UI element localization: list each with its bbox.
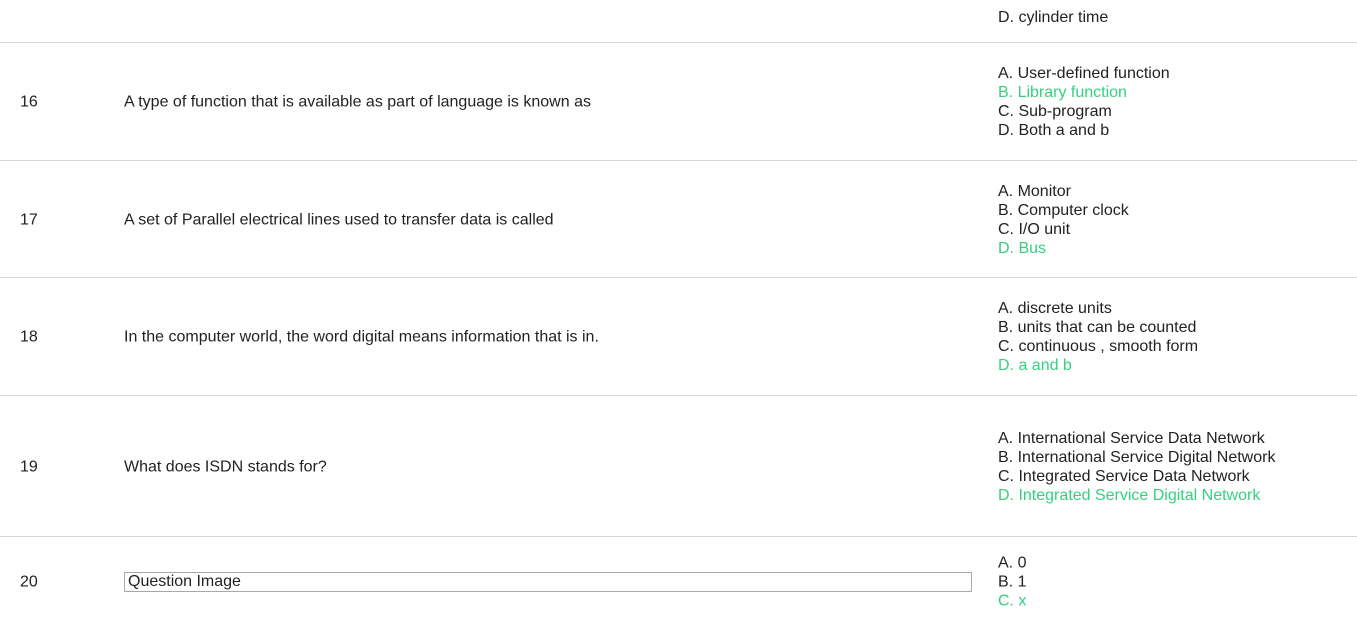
option-item: B. International Service Digital Network xyxy=(998,448,1276,466)
question-text: A type of function that is available as … xyxy=(124,93,591,111)
option-item: C. continuous , smooth form xyxy=(998,338,1199,355)
options-list: A. International Service Data Network B. … xyxy=(998,429,1338,505)
options-list: A. User-defined function B. Library funct… xyxy=(998,64,1343,140)
option-item: C. Integrated Service Data Network xyxy=(998,467,1250,485)
question-number: 19 xyxy=(20,458,38,475)
option-item: A. 0 xyxy=(998,554,1027,572)
option-item-correct: D. Integrated Service Digital Network xyxy=(998,486,1261,504)
option-item-correct: B. Library function xyxy=(998,84,1127,101)
table-row-question-16: 16 A type of function that is available … xyxy=(0,43,1357,161)
question-text: A set of Parallel electrical lines used … xyxy=(124,211,554,228)
option-item: A. User-defined function xyxy=(998,65,1170,82)
option-item: B. Computer clock xyxy=(998,201,1129,219)
option-item: B. 1 xyxy=(998,573,1027,591)
options-list: A. 0 B. 1 C. x xyxy=(998,554,1343,611)
option-item: B. units that can be counted xyxy=(998,319,1197,336)
options-list: A. discrete units B. units that can be co… xyxy=(998,299,1343,375)
option-item: A. discrete units xyxy=(998,300,1112,317)
table-row-partial: D. cylinder time xyxy=(0,0,1357,43)
table-row-question-17: 17 A set of Parallel electrical lines us… xyxy=(0,161,1357,278)
table-row-question-18: 18 In the computer world, the word digit… xyxy=(0,278,1357,396)
option-item: A. Monitor xyxy=(998,182,1071,200)
question-text: In the computer world, the word digital … xyxy=(124,328,599,346)
option-item-correct: C. x xyxy=(998,592,1027,610)
question-number: 17 xyxy=(20,211,38,228)
question-number: 16 xyxy=(20,93,38,111)
question-image: Question Image xyxy=(124,572,972,592)
option-item: D. Both a and b xyxy=(998,122,1110,139)
option-item: C. I/O unit xyxy=(998,220,1071,238)
table-row-question-20: 20 Question Image A. 0 B. 1 C. x xyxy=(0,537,1357,627)
table-row-question-19: 19 What does ISDN stands for? A. Interna… xyxy=(0,396,1357,537)
option-item-correct: D. Bus xyxy=(998,239,1047,257)
option-item: D. cylinder time xyxy=(998,9,1109,26)
question-number: 18 xyxy=(20,328,38,346)
quiz-table: D. cylinder time 16 A type of function t… xyxy=(0,0,1357,627)
options-list: A. Monitor B. Computer clock C. I/O unit D.… xyxy=(998,182,1343,258)
question-text: What does ISDN stands for? xyxy=(124,458,327,475)
option-item: C. Sub-program xyxy=(998,103,1112,120)
option-item-correct: D. a and b xyxy=(998,357,1072,374)
question-number: 20 xyxy=(20,573,38,591)
option-item: A. International Service Data Network xyxy=(998,429,1265,447)
